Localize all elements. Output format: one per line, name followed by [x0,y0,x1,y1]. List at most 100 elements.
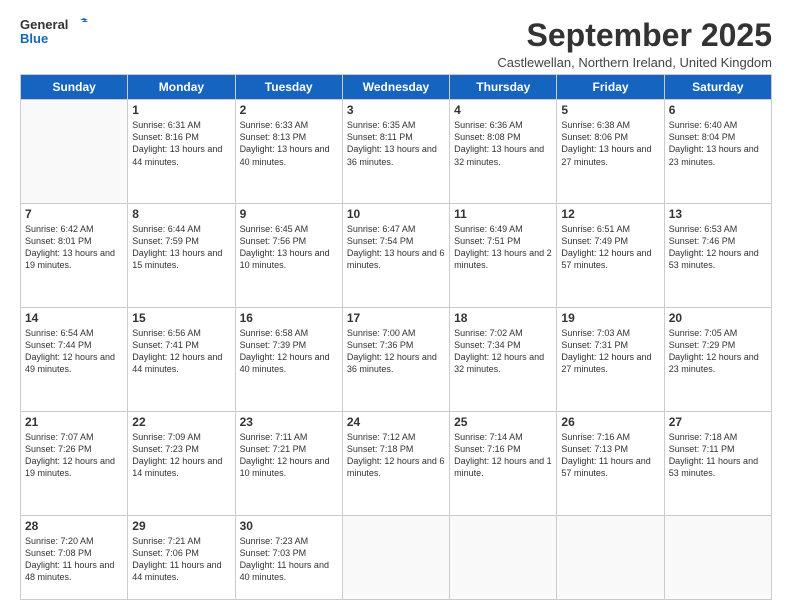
table-row: 22Sunrise: 7:09 AM Sunset: 7:23 PM Dayli… [128,411,235,515]
day-number: 22 [132,415,230,429]
day-detail: Sunrise: 6:53 AM Sunset: 7:46 PM Dayligh… [669,223,767,272]
day-number: 17 [347,311,445,325]
day-number: 1 [132,103,230,117]
col-friday: Friday [557,75,664,100]
day-number: 3 [347,103,445,117]
day-detail: Sunrise: 6:44 AM Sunset: 7:59 PM Dayligh… [132,223,230,272]
table-row: 1 Sunrise: 6:31 AM Sunset: 8:16 PM Daylig… [128,100,235,204]
logo: General Blue [20,18,88,47]
day-detail: Sunrise: 7:12 AM Sunset: 7:18 PM Dayligh… [347,431,445,480]
logo-text-general: General [20,18,68,32]
day-detail: Sunrise: 6:56 AM Sunset: 7:41 PM Dayligh… [132,327,230,376]
table-row: 12 Sunrise: 6:51 AM Sunset: 7:49 PM Dayli… [557,204,664,308]
col-thursday: Thursday [450,75,557,100]
table-row: 24Sunrise: 7:12 AM Sunset: 7:18 PM Dayli… [342,411,449,515]
day-number: 19 [561,311,659,325]
table-row: 29 Sunrise: 7:21 AM Sunset: 7:06 PM Dayli… [128,515,235,600]
day-number: 8 [132,207,230,221]
col-monday: Monday [128,75,235,100]
col-sunday: Sunday [21,75,128,100]
col-wednesday: Wednesday [342,75,449,100]
day-number: 27 [669,415,767,429]
table-row: 16 Sunrise: 6:58 AM Sunset: 7:39 PM Dayli… [235,307,342,411]
logo-text-blue: Blue [20,32,88,46]
day-detail: Sunrise: 6:54 AM Sunset: 7:44 PM Dayligh… [25,327,123,376]
day-detail: Sunrise: 7:11 AM Sunset: 7:21 PM Dayligh… [240,431,338,480]
day-number: 12 [561,207,659,221]
day-number: 4 [454,103,552,117]
day-number: 23 [240,415,338,429]
day-detail: Sunrise: 6:35 AM Sunset: 8:11 PM Dayligh… [347,119,445,168]
table-row [342,515,449,600]
table-row: 20 Sunrise: 7:05 AM Sunset: 7:29 PM Dayli… [664,307,771,411]
day-detail: Sunrise: 6:33 AM Sunset: 8:13 PM Dayligh… [240,119,338,168]
table-row: 26 Sunrise: 7:16 AM Sunset: 7:13 PM Dayli… [557,411,664,515]
table-row: 10 Sunrise: 6:47 AM Sunset: 7:54 PM Dayli… [342,204,449,308]
table-row: 3 Sunrise: 6:35 AM Sunset: 8:11 PM Daylig… [342,100,449,204]
day-number: 11 [454,207,552,221]
day-number: 28 [25,519,123,533]
day-detail: Sunrise: 6:58 AM Sunset: 7:39 PM Dayligh… [240,327,338,376]
day-number: 18 [454,311,552,325]
table-row: 27 Sunrise: 7:18 AM Sunset: 7:11 PM Dayli… [664,411,771,515]
day-number: 14 [25,311,123,325]
table-row: 6Sunrise: 6:40 AM Sunset: 8:04 PM Daylig… [664,100,771,204]
day-detail: Sunrise: 7:00 AM Sunset: 7:36 PM Dayligh… [347,327,445,376]
table-row: 17 Sunrise: 7:00 AM Sunset: 7:36 PM Dayli… [342,307,449,411]
day-detail: Sunrise: 6:49 AM Sunset: 7:51 PM Dayligh… [454,223,552,272]
day-detail: Sunrise: 7:16 AM Sunset: 7:13 PM Dayligh… [561,431,659,480]
table-row: 28Sunrise: 7:20 AM Sunset: 7:08 PM Dayli… [21,515,128,600]
day-number: 16 [240,311,338,325]
day-number: 15 [132,311,230,325]
day-detail: Sunrise: 7:21 AM Sunset: 7:06 PM Dayligh… [132,535,230,584]
day-detail: Sunrise: 6:51 AM Sunset: 7:49 PM Dayligh… [561,223,659,272]
day-detail: Sunrise: 7:05 AM Sunset: 7:29 PM Dayligh… [669,327,767,376]
day-detail: Sunrise: 7:07 AM Sunset: 7:26 PM Dayligh… [25,431,123,480]
day-detail: Sunrise: 6:47 AM Sunset: 7:54 PM Dayligh… [347,223,445,272]
table-row: 9Sunrise: 6:45 AM Sunset: 7:56 PM Daylig… [235,204,342,308]
day-detail: Sunrise: 6:42 AM Sunset: 8:01 PM Dayligh… [25,223,123,272]
title-block: September 2025 Castlewellan, Northern Ir… [497,18,772,70]
col-tuesday: Tuesday [235,75,342,100]
day-number: 9 [240,207,338,221]
page: General Blue September 2025 Castlewellan… [0,0,792,612]
col-saturday: Saturday [664,75,771,100]
day-number: 25 [454,415,552,429]
calendar-body: 1 Sunrise: 6:31 AM Sunset: 8:16 PM Daylig… [21,100,772,600]
day-detail: Sunrise: 7:23 AM Sunset: 7:03 PM Dayligh… [240,535,338,584]
day-number: 21 [25,415,123,429]
table-row: 2Sunrise: 6:33 AM Sunset: 8:13 PM Daylig… [235,100,342,204]
day-number: 29 [132,519,230,533]
table-row [450,515,557,600]
table-row: 30 Sunrise: 7:23 AM Sunset: 7:03 PM Dayli… [235,515,342,600]
logo-bird-icon [70,18,88,32]
table-row: 13 Sunrise: 6:53 AM Sunset: 7:46 PM Dayli… [664,204,771,308]
month-title: September 2025 [497,18,772,53]
day-number: 30 [240,519,338,533]
table-row: 14 Sunrise: 6:54 AM Sunset: 7:44 PM Dayli… [21,307,128,411]
day-detail: Sunrise: 7:02 AM Sunset: 7:34 PM Dayligh… [454,327,552,376]
day-detail: Sunrise: 7:14 AM Sunset: 7:16 PM Dayligh… [454,431,552,480]
table-row [557,515,664,600]
day-number: 10 [347,207,445,221]
table-row: 23 Sunrise: 7:11 AM Sunset: 7:21 PM Dayli… [235,411,342,515]
table-row: 15 Sunrise: 6:56 AM Sunset: 7:41 PM Dayli… [128,307,235,411]
location: Castlewellan, Northern Ireland, United K… [497,55,772,70]
table-row: 8 Sunrise: 6:44 AM Sunset: 7:59 PM Daylig… [128,204,235,308]
day-number: 26 [561,415,659,429]
calendar: Sunday Monday Tuesday Wednesday Thursday… [20,74,772,600]
day-number: 5 [561,103,659,117]
day-number: 20 [669,311,767,325]
day-detail: Sunrise: 6:31 AM Sunset: 8:16 PM Dayligh… [132,119,230,168]
day-detail: Sunrise: 6:36 AM Sunset: 8:08 PM Dayligh… [454,119,552,168]
table-row: 4 Sunrise: 6:36 AM Sunset: 8:08 PM Daylig… [450,100,557,204]
day-number: 6 [669,103,767,117]
table-row [664,515,771,600]
day-detail: Sunrise: 7:03 AM Sunset: 7:31 PM Dayligh… [561,327,659,376]
day-number: 13 [669,207,767,221]
day-detail: Sunrise: 6:38 AM Sunset: 8:06 PM Dayligh… [561,119,659,168]
header: General Blue September 2025 Castlewellan… [20,18,772,70]
day-detail: Sunrise: 7:18 AM Sunset: 7:11 PM Dayligh… [669,431,767,480]
table-row: 11 Sunrise: 6:49 AM Sunset: 7:51 PM Dayli… [450,204,557,308]
table-row: 19 Sunrise: 7:03 AM Sunset: 7:31 PM Dayli… [557,307,664,411]
